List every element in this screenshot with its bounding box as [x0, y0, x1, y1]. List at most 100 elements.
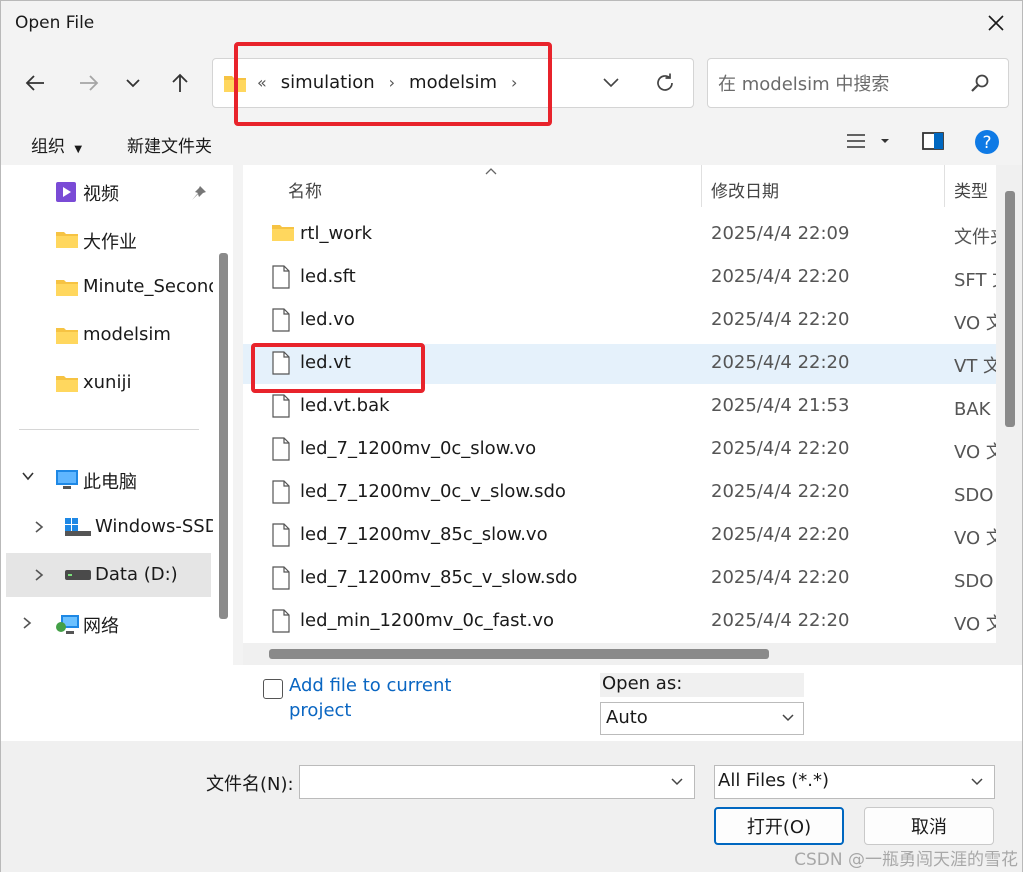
- recent-locations-button[interactable]: [117, 67, 149, 99]
- chevron-down-icon: [126, 79, 140, 88]
- file-type: VT 文件: [954, 356, 996, 377]
- file-row[interactable]: led_7_1200mv_85c_slow.vo 2025/4/4 22:20 …: [243, 516, 996, 556]
- open-as-select[interactable]: Auto: [600, 702, 804, 735]
- chevron-down-icon[interactable]: [21, 469, 35, 483]
- caret-down-icon: ▼: [74, 144, 83, 155]
- pin-icon[interactable]: [191, 185, 207, 201]
- arrow-right-icon: [80, 75, 99, 91]
- forward-button[interactable]: [73, 67, 105, 99]
- folder-icon: [56, 376, 78, 392]
- file-name: led_7_1200mv_85c_slow.vo: [300, 524, 548, 545]
- filename-label: 文件名(N):: [206, 774, 294, 795]
- file-row[interactable]: led_7_1200mv_0c_slow.vo 2025/4/4 22:20 V…: [243, 430, 996, 470]
- file-row[interactable]: led.vo 2025/4/4 22:20 VO 文件: [243, 301, 996, 341]
- sidebar-item-modelsim[interactable]: modelsim: [1, 313, 213, 357]
- folder-icon: [272, 225, 294, 241]
- chevron-down-icon[interactable]: [670, 777, 684, 787]
- column-divider[interactable]: [944, 165, 945, 207]
- network-icon: [56, 615, 79, 634]
- file-date: 2025/4/4 22:09: [711, 223, 850, 244]
- file-name: led.vo: [300, 309, 355, 330]
- windows-drive-icon: [65, 518, 91, 536]
- drive-icon: [65, 570, 91, 580]
- chevron-right-icon[interactable]: [33, 520, 45, 534]
- close-button[interactable]: [980, 7, 1012, 39]
- file-type: SDO 文件: [954, 571, 996, 592]
- svg-text:?: ?: [982, 133, 991, 153]
- file-type-filter[interactable]: All Files (*.*): [714, 765, 995, 799]
- file-date: 2025/4/4 22:20: [711, 309, 850, 330]
- file-icon: [272, 265, 290, 289]
- address-dropdown-icon[interactable]: [601, 72, 621, 92]
- file-type: VO 文件: [954, 442, 996, 463]
- filename-input[interactable]: [304, 770, 654, 794]
- new-folder-button[interactable]: 新建文件夹: [127, 132, 212, 157]
- file-list: 名称 修改日期 类型 rtl_work 2025/4/4 22:09 文件夹 l…: [243, 165, 996, 665]
- sidebar-item-this-pc[interactable]: 此电脑: [1, 457, 213, 501]
- file-icon: [272, 609, 290, 633]
- sort-ascending-icon: [485, 168, 497, 175]
- help-button[interactable]: ?: [974, 129, 1000, 159]
- file-row[interactable]: led_7_1200mv_85c_v_slow.sdo 2025/4/4 22:…: [243, 559, 996, 599]
- computer-icon: [56, 470, 78, 489]
- back-button[interactable]: [19, 67, 51, 99]
- file-row[interactable]: led_min_1200mv_0c_fast.vo 2025/4/4 22:20…: [243, 602, 996, 642]
- sidebar-item-xuniji[interactable]: xuniji: [1, 361, 213, 405]
- sidebar-item-label: Windows-SSD: [95, 516, 213, 537]
- annotation-box-address: [234, 42, 552, 126]
- arrow-left-icon: [25, 75, 44, 91]
- column-divider[interactable]: [701, 165, 702, 207]
- cancel-button[interactable]: 取消: [864, 807, 994, 845]
- file-row[interactable]: led.sft 2025/4/4 22:20 SFT 文件: [243, 258, 996, 298]
- file-type: 文件夹: [954, 227, 996, 248]
- sidebar-item-data-d[interactable]: Data (D:): [6, 553, 211, 597]
- file-date: 2025/4/4 22:20: [711, 352, 850, 373]
- search-input[interactable]: [718, 71, 958, 97]
- sidebar-item-videos[interactable]: 视频: [1, 169, 213, 213]
- sidebar-item-minute-second[interactable]: Minute_Second: [1, 265, 213, 309]
- view-options-button[interactable]: [845, 129, 893, 157]
- horizontal-scrollbar-thumb[interactable]: [269, 649, 769, 659]
- help-icon: ?: [975, 130, 999, 154]
- video-icon: [56, 182, 76, 202]
- vertical-scrollbar-thumb[interactable]: [1005, 191, 1015, 427]
- file-row[interactable]: led_7_1200mv_0c_v_slow.sdo 2025/4/4 22:2…: [243, 473, 996, 513]
- preview-pane-button[interactable]: [921, 129, 945, 157]
- command-bar: 组织 ▼ 新建文件夹 ?: [1, 121, 1022, 165]
- add-to-project-checkbox[interactable]: [263, 679, 283, 699]
- sidebar-item-label: xuniji: [83, 372, 132, 393]
- open-as-label: Open as:: [600, 673, 804, 697]
- open-button[interactable]: 打开(O): [714, 807, 844, 845]
- annotation-box-file: [251, 343, 425, 393]
- folder-icon: [56, 232, 78, 248]
- sidebar-item-label: 网络: [83, 616, 119, 637]
- file-icon: [272, 394, 290, 418]
- sidebar-item-homework[interactable]: 大作业: [1, 217, 213, 261]
- add-to-project-label[interactable]: Add file to current project: [289, 673, 469, 723]
- file-type: BAK 文件: [954, 399, 996, 420]
- preview-pane-icon: [922, 132, 944, 150]
- chevron-down-icon: [782, 714, 794, 722]
- search-box[interactable]: [707, 58, 1009, 108]
- arrow-up-icon: [172, 73, 188, 92]
- folder-icon: [56, 280, 78, 296]
- chevron-down-icon: [971, 778, 983, 786]
- file-row[interactable]: led.vt.bak 2025/4/4 21:53 BAK 文件: [243, 387, 996, 427]
- up-button[interactable]: [164, 67, 196, 99]
- filter-value: All Files (*.*): [718, 770, 830, 791]
- navigation-pane: 视频 大作业 Minute_Second modelsim xuniji 此电脑: [1, 165, 233, 665]
- dialog-title: Open File: [15, 13, 95, 33]
- file-row[interactable]: rtl_work 2025/4/4 22:09 文件夹: [243, 215, 996, 255]
- sidebar-item-windows-ssd[interactable]: Windows-SSD: [1, 505, 213, 549]
- sidebar-item-label: modelsim: [83, 324, 171, 345]
- chevron-right-icon[interactable]: [21, 616, 33, 630]
- filename-combobox[interactable]: [299, 765, 695, 799]
- sidebar-scrollbar[interactable]: [219, 253, 228, 619]
- file-name: rtl_work: [300, 223, 373, 244]
- organize-menu[interactable]: 组织 ▼: [31, 132, 82, 157]
- organize-label: 组织: [31, 137, 65, 157]
- sidebar-item-network[interactable]: 网络: [1, 601, 213, 645]
- refresh-icon[interactable]: [653, 71, 677, 95]
- chevron-right-icon[interactable]: [33, 568, 45, 582]
- file-date: 2025/4/4 22:20: [711, 524, 850, 545]
